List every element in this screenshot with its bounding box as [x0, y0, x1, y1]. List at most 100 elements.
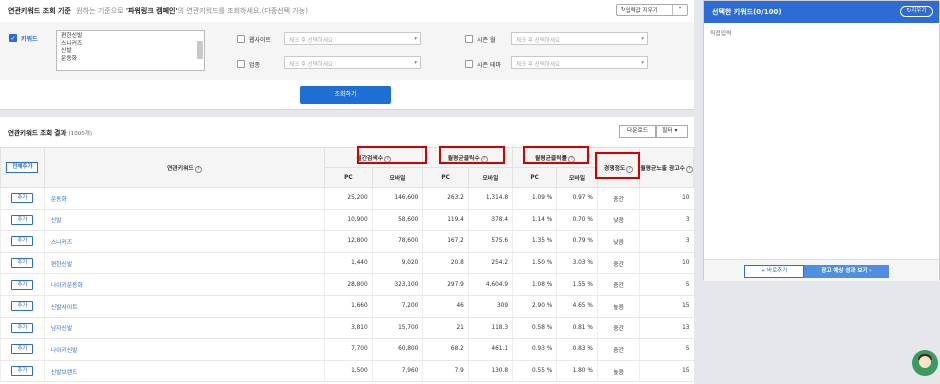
clicks-pc: 119.4 [422, 209, 469, 232]
avatar-face [919, 356, 931, 368]
add-button[interactable]: 추가 [11, 366, 34, 377]
clicks-mobile: 254.2 [467, 252, 513, 275]
view-performance-button[interactable]: 광고 예상 성과 보기 › [804, 265, 889, 278]
search-pc: 12,800 [324, 230, 373, 253]
col-ads[interactable]: 월평균노출 광고수? [639, 147, 694, 188]
search-pc: 3,810 [324, 317, 373, 340]
keyword-link[interactable]: 운동화 [43, 187, 325, 210]
chatbot-avatar[interactable] [912, 350, 938, 376]
keyword-link[interactable]: 편한신발 [43, 252, 325, 275]
ads-count: 15 [639, 295, 694, 318]
add-button[interactable]: 추가 [11, 193, 34, 204]
ctr-pc: 0.55 % [512, 360, 557, 383]
website-checkbox[interactable] [237, 35, 245, 43]
business-checkbox[interactable] [237, 60, 245, 68]
season-month-select[interactable]: 체크 후 선택하세요 ▾ [511, 32, 648, 45]
clear-input-button[interactable]: ↻ 입력값 지우기 ⌃ [616, 4, 688, 16]
ctr-mobile: 0.70 % [556, 209, 598, 232]
search-pc: 28,800 [324, 273, 373, 296]
keyword-checkbox[interactable]: ✓ [9, 34, 17, 42]
col-search-pc[interactable]: PC [324, 167, 373, 188]
ctr-pc: 1.08 % [512, 273, 557, 296]
chevron-down-icon: ▾ [414, 36, 417, 42]
query-panel: 연관키워드 조회 기준 원하는 기준으로 '파워링크 캠페인'의 연관키워드를 … [0, 0, 694, 110]
ctr-pc: 1.35 % [512, 230, 557, 253]
col-ctr-pc[interactable]: PC [512, 167, 558, 188]
table-row: 추가 남자신발 3,810 15,700 21 118.3 0.58 % 0.81 % 중간 13 [0, 317, 694, 340]
col-search-mobile[interactable]: 모바일 [371, 167, 424, 188]
help-icon: ? [686, 165, 693, 173]
competition: 낮음 [596, 230, 640, 253]
search-pc: 10,900 [324, 209, 373, 232]
col-keyword[interactable]: 연관키워드? [43, 147, 326, 188]
add-button[interactable]: 추가 [11, 214, 34, 225]
chevron-up-icon[interactable]: ⌃ [673, 7, 687, 13]
col-ctr-mobile[interactable]: 모바일 [556, 167, 598, 188]
results-title: 연관키워드 조회 결과 (1000개) [8, 129, 92, 137]
selected-keywords-panel: 선택한 키워드(0/100) ↻지우기 직접입력 + 바로추가 광고 예상 성과… [703, 0, 940, 281]
business-select[interactable]: 체크 후 선택하세요 ▾ [284, 56, 421, 69]
search-mobile: 15,700 [371, 317, 423, 340]
query-header: 연관키워드 조회 기준 원하는 기준으로 '파워링크 캠페인'의 연관키워드를 … [8, 6, 308, 16]
competition: 중간 [596, 187, 640, 210]
clicks-pc: 20.8 [422, 252, 469, 275]
add-button[interactable]: 추가 [11, 301, 34, 312]
table-row: 추가 나이키운동화 28,800 323,100 297.9 4,604.9 1.08 % 1… [0, 273, 694, 296]
ctr-mobile: 1.80 % [556, 360, 598, 383]
keyword-item: 스니커즈 [61, 40, 83, 47]
keyword-link[interactable]: 신발 [43, 209, 325, 232]
ads-count: 10 [639, 187, 694, 210]
season-theme-select[interactable]: 체크 후 선택하세요 ▾ [511, 56, 648, 69]
add-button[interactable]: 추가 [11, 279, 34, 290]
ads-count: 5 [639, 338, 694, 361]
ctr-mobile: 4.65 % [556, 295, 598, 318]
add-button[interactable]: 추가 [11, 258, 34, 269]
keyword-link[interactable]: 나이키신발 [43, 338, 325, 361]
direct-input[interactable]: 직접입력 [710, 28, 731, 37]
search-mobile: 323,100 [371, 273, 423, 296]
add-cell: 추가 [0, 295, 45, 318]
ads-count: 3 [639, 230, 694, 253]
ads-count: 15 [639, 360, 694, 383]
season-theme-checkbox[interactable] [465, 60, 473, 68]
clicks-pc: 7.9 [422, 360, 469, 383]
table-row: 추가 신발브랜드 1,500 7,960 7.9 130.8 0.55 % 1.80 % 높음 1… [0, 360, 694, 383]
table-row: 추가 스니커즈 12,800 78,600 167.2 575.6 1.35 % 0.79 %… [0, 230, 694, 253]
competition: 높음 [596, 295, 640, 318]
quick-add-button[interactable]: + 바로추가 [744, 265, 804, 278]
clicks-mobile: 118.3 [467, 317, 513, 340]
scrollbar[interactable] [197, 41, 203, 59]
help-icon: ? [194, 165, 202, 173]
keyword-link[interactable]: 나이키운동화 [43, 273, 325, 296]
table-row: 추가 편한신발 1,440 9,020 20.8 254.2 1.50 % 3.03 % 중간 1… [0, 252, 694, 275]
add-cell: 추가 [0, 252, 45, 275]
ads-count: 13 [639, 317, 694, 340]
website-label: 웹사이트 [249, 37, 272, 44]
search-pc: 1,660 [324, 295, 373, 318]
clear-selected-button[interactable]: ↻지우기 [900, 6, 933, 17]
download-button[interactable]: 다운로드 [619, 125, 656, 138]
col-clicks-mobile[interactable]: 모바일 [467, 167, 514, 188]
add-all-button[interactable]: 전체추가 [6, 162, 39, 173]
search-mobile: 9,020 [371, 252, 423, 275]
keyword-link[interactable]: 신발사이트 [43, 295, 325, 318]
ctr-pc: 0.93 % [512, 338, 557, 361]
keyword-link[interactable]: 스니커즈 [43, 230, 325, 253]
selected-footer: + 바로추가 광고 예상 성과 보기 › [704, 259, 939, 281]
keyword-link[interactable]: 신발브랜드 [43, 360, 325, 383]
highlight-ctr [523, 146, 589, 164]
keyword-textarea[interactable]: 편한신발 스니커즈 신발 운동화 [56, 30, 205, 71]
add-button[interactable]: 추가 [11, 236, 34, 247]
col-clicks-pc[interactable]: PC [422, 167, 469, 188]
competition: 중간 [596, 338, 640, 361]
season-month-checkbox[interactable] [465, 35, 473, 43]
search-mobile: 58,600 [371, 209, 423, 232]
add-button[interactable]: 추가 [11, 344, 34, 355]
ads-count: 3 [639, 209, 694, 232]
website-select[interactable]: 체크 후 선택하세요 ▾ [284, 32, 421, 45]
keyword-link[interactable]: 남자신발 [43, 317, 325, 340]
competition: 중간 [596, 273, 640, 296]
add-button[interactable]: 추가 [11, 322, 34, 333]
search-button[interactable]: 조회하기 [300, 86, 391, 104]
filter-button[interactable]: 필터 ▾ [656, 125, 688, 138]
